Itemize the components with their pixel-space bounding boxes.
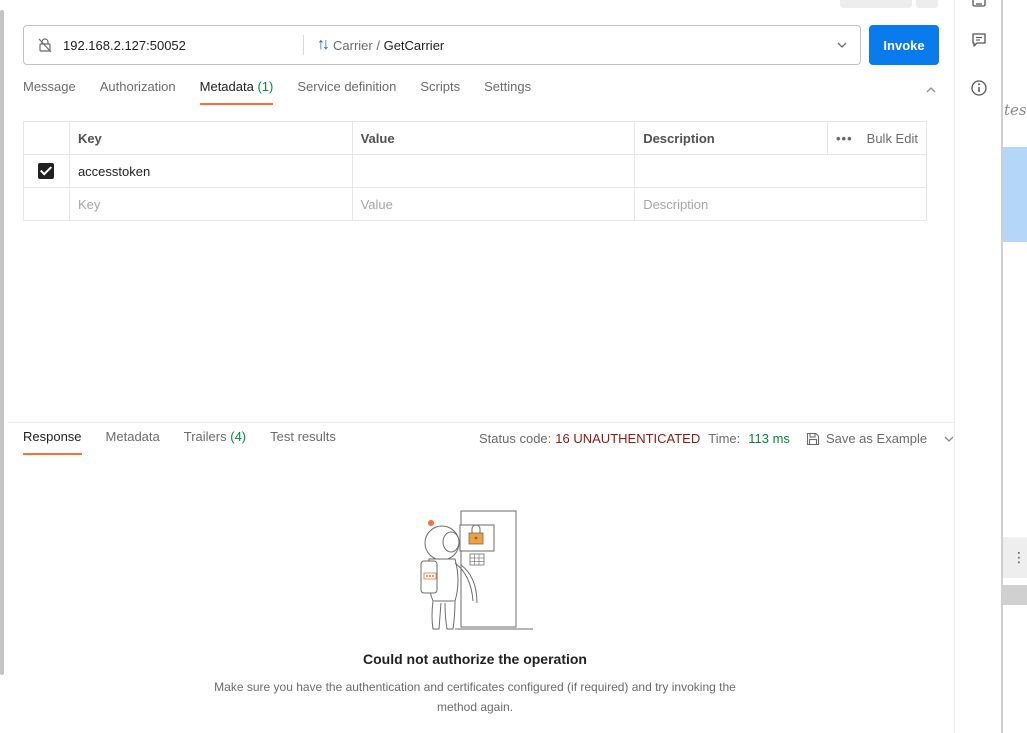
adjacent-window-scrollbar[interactable] (1003, 585, 1027, 605)
tab-trailers[interactable]: Trailers (4) (184, 429, 246, 455)
value-header: Value (351, 121, 636, 155)
empty-state-description: Make sure you have the authentication an… (214, 680, 736, 714)
adjacent-window-text: tes (1004, 101, 1027, 119)
key-header: Key (68, 121, 353, 155)
description-cell[interactable] (634, 154, 927, 188)
tab-scripts[interactable]: Scripts (420, 79, 460, 105)
more-options-icon[interactable]: ••• (836, 131, 853, 146)
metadata-table: Key Value Description ••• Bulk Edit acces… (23, 121, 927, 221)
server-url-input[interactable]: 192.168.2.127:50052 (63, 38, 303, 53)
response-tabs: Response Metadata Trailers (4) Test resu… (23, 429, 360, 455)
tab-response-metadata[interactable]: Metadata (106, 429, 160, 455)
tab-label: Test results (270, 429, 336, 444)
table-row: accesstoken (23, 154, 927, 188)
save-icon (806, 432, 819, 445)
insecure-lock-icon[interactable] (37, 37, 53, 53)
chevron-up-icon[interactable] (925, 84, 937, 96)
top-toolbar-button[interactable] (840, 0, 912, 8)
checkbox-header (23, 121, 70, 155)
adjacent-window-selection (1003, 147, 1027, 242)
table-row-new: Key Value Description (23, 187, 927, 221)
tab-label: Metadata (105, 429, 160, 444)
tab-label: Metadata (199, 79, 254, 94)
tab-label: Authorization (99, 79, 176, 94)
empty-checkbox-cell (23, 187, 70, 221)
bulk-edit-button[interactable]: Bulk Edit (867, 131, 918, 146)
tab-label: Settings (484, 79, 532, 94)
key-cell[interactable]: accesstoken (68, 154, 353, 188)
tab-service-definition[interactable]: Service definition (297, 79, 396, 105)
url-divider (303, 35, 304, 55)
tab-settings[interactable]: Settings (484, 79, 531, 105)
right-sidebar-divider (954, 0, 955, 733)
new-value-input[interactable]: Value (351, 187, 636, 221)
adjacent-window-edge (1001, 0, 1003, 733)
time-label: Time: (708, 431, 741, 446)
response-status-bar: Status code: 16 UNAUTHENTICATED Time: 11… (479, 431, 955, 446)
invoke-button[interactable]: Invoke (869, 25, 939, 65)
service-name: Carrier (333, 37, 373, 53)
tab-label: Trailers (183, 429, 227, 444)
top-toolbar-button-small[interactable] (916, 0, 938, 8)
table-header-row: Key Value Description ••• Bulk Edit (23, 121, 927, 155)
method-type-icon: ↑↓ (317, 36, 330, 53)
tab-test-results[interactable]: Test results (270, 429, 336, 455)
comments-icon[interactable] (970, 31, 988, 49)
save-as-example-label: Save as Example (825, 431, 928, 446)
new-key-input[interactable]: Key (68, 187, 353, 221)
chevron-down-icon[interactable] (836, 39, 848, 51)
tab-label: Scripts (420, 79, 461, 94)
left-scrollbar[interactable] (0, 10, 4, 675)
document-icon[interactable] (970, 0, 988, 8)
value-cell[interactable] (351, 154, 636, 188)
description-header: Description (634, 121, 828, 155)
status-code-value[interactable]: 16 UNAUTHENTICATED (555, 431, 700, 446)
save-as-example-button[interactable]: Save as Example (806, 431, 927, 446)
tab-authorization[interactable]: Authorization (100, 79, 176, 105)
time-value[interactable]: 113 ms (748, 431, 790, 446)
status-code-label: Status code: (479, 431, 552, 446)
tab-label: Service definition (297, 79, 397, 94)
row-checkbox-cell (23, 154, 70, 188)
tab-metadata[interactable]: Metadata (1) (199, 79, 274, 105)
method-separator: / (372, 37, 384, 53)
info-icon[interactable] (970, 79, 988, 97)
method-name: GetCarrier (383, 37, 445, 53)
tab-label: Message (23, 79, 76, 94)
new-description-input[interactable]: Description (634, 187, 927, 221)
request-tabs: Message Authorization Metadata (1) Servi… (23, 79, 555, 105)
tab-message[interactable]: Message (23, 79, 76, 105)
pane-divider[interactable] (8, 422, 954, 423)
more-vertical-icon[interactable]: ⋮ (1012, 549, 1026, 566)
tab-count: (1) (257, 79, 274, 94)
unauthorized-astronaut-illustration (420, 510, 533, 630)
request-url-bar[interactable]: 192.168.2.127:50052 ↑↓ Carrier / GetCarr… (23, 25, 861, 65)
row-checkbox[interactable] (38, 163, 55, 180)
bulk-edit-header: ••• Bulk Edit (827, 121, 927, 155)
tab-response[interactable]: Response (23, 429, 82, 455)
tab-count: (4) (230, 429, 247, 444)
tab-label: Response (23, 429, 82, 444)
method-selector[interactable]: Carrier / GetCarrier (333, 38, 444, 53)
empty-state-title: Could not authorize the operation (363, 651, 587, 667)
